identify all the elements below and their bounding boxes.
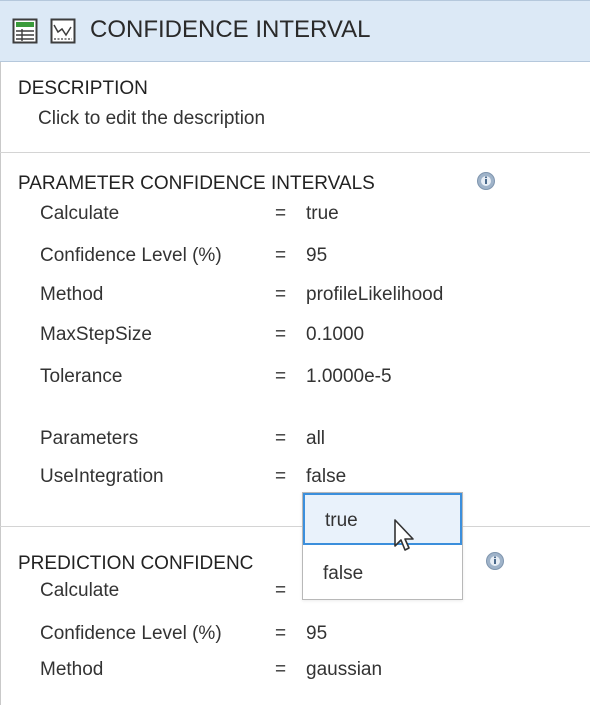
equals-sign: =: [275, 245, 287, 266]
param-row-useintegration-value[interactable]: false: [306, 466, 346, 488]
dropdown-option-true[interactable]: true: [303, 493, 462, 545]
param-row-useintegration-name: UseIntegration: [40, 466, 164, 487]
equals-sign: =: [275, 466, 287, 487]
param-row-calculate-name: Calculate: [40, 203, 120, 224]
parameter-section-title: PARAMETER CONFIDENCE INTERVALS: [18, 173, 375, 194]
equals-sign: =: [275, 203, 287, 224]
panel-header: CONFIDENCE INTERVAL: [0, 0, 590, 62]
info-icon[interactable]: [485, 551, 505, 576]
param-row-method-name: Method: [40, 284, 104, 305]
pred-row-calculate-name: Calculate: [40, 580, 120, 601]
param-row-parameters-value[interactable]: all: [306, 428, 325, 450]
section-divider: [0, 152, 590, 153]
equals-sign: =: [275, 659, 287, 680]
description-text[interactable]: Click to edit the description: [38, 108, 265, 130]
section-divider: [0, 526, 590, 527]
mouse-pointer-icon: [393, 518, 419, 559]
equals-sign: =: [275, 324, 287, 345]
pred-row-confidence-level-name: Confidence Level (%): [40, 623, 222, 644]
dropdown-option-false[interactable]: false: [303, 548, 462, 600]
equals-sign: =: [275, 428, 287, 449]
panel-title: CONFIDENCE INTERVAL: [90, 16, 371, 43]
pred-row-method-name: Method: [40, 659, 104, 680]
equals-sign: =: [275, 623, 287, 644]
equals-sign: =: [275, 366, 287, 387]
param-row-calculate-value[interactable]: true: [306, 203, 339, 225]
plot-view-icon[interactable]: [50, 18, 76, 49]
param-row-tolerance-name: Tolerance: [40, 366, 123, 387]
description-title: DESCRIPTION: [18, 78, 148, 99]
boolean-dropdown-list: true false: [302, 492, 463, 600]
info-icon[interactable]: [476, 171, 496, 196]
pred-row-method-value[interactable]: gaussian: [306, 659, 382, 681]
param-row-method-value[interactable]: profileLikelihood: [306, 284, 443, 306]
pred-row-confidence-level-value[interactable]: 95: [306, 623, 327, 645]
equals-sign: =: [275, 580, 287, 601]
param-row-maxstepsize-name: MaxStepSize: [40, 324, 152, 345]
param-row-parameters-name: Parameters: [40, 428, 139, 449]
prediction-section-title: PREDICTION CONFIDENC: [18, 553, 254, 574]
equals-sign: =: [275, 284, 287, 305]
param-row-tolerance-value[interactable]: 1.0000e-5: [306, 366, 392, 388]
panel-left-border: [0, 62, 1, 705]
param-row-maxstepsize-value[interactable]: 0.1000: [306, 324, 364, 346]
param-row-confidence-level-value[interactable]: 95: [306, 245, 327, 267]
table-view-icon[interactable]: [12, 18, 38, 49]
param-row-confidence-level-name: Confidence Level (%): [40, 245, 222, 266]
